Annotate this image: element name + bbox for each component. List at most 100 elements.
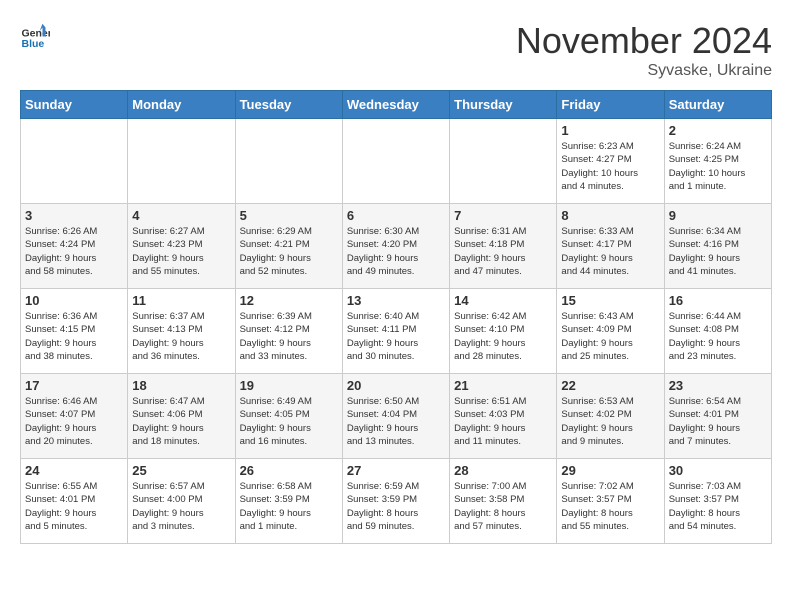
day-cell: 21 Sunrise: 6:51 AM Sunset: 4:03 PM Dayli… [450,374,557,459]
week-row-0: 1 Sunrise: 6:23 AM Sunset: 4:27 PM Daylig… [21,119,772,204]
day-number: 11 [132,293,230,308]
week-row-1: 3 Sunrise: 6:26 AM Sunset: 4:24 PM Daylig… [21,204,772,289]
day-cell: 6 Sunrise: 6:30 AM Sunset: 4:20 PM Daylig… [342,204,449,289]
weekday-header-sunday: Sunday [21,91,128,119]
day-cell: 5 Sunrise: 6:29 AM Sunset: 4:21 PM Daylig… [235,204,342,289]
day-info: Sunrise: 6:40 AM Sunset: 4:11 PM Dayligh… [347,310,445,363]
day-number: 10 [25,293,123,308]
day-info: Sunrise: 6:47 AM Sunset: 4:06 PM Dayligh… [132,395,230,448]
logo-icon: General Blue [20,20,50,50]
subtitle: Syvaske, Ukraine [516,62,772,80]
day-number: 5 [240,208,338,223]
day-info: Sunrise: 6:27 AM Sunset: 4:23 PM Dayligh… [132,225,230,278]
day-info: Sunrise: 6:33 AM Sunset: 4:17 PM Dayligh… [561,225,659,278]
month-title: November 2024 [516,20,772,62]
svg-text:Blue: Blue [22,38,45,50]
day-number: 18 [132,378,230,393]
day-cell: 3 Sunrise: 6:26 AM Sunset: 4:24 PM Daylig… [21,204,128,289]
title-area: November 2024 Syvaske, Ukraine [516,20,772,80]
week-row-3: 17Sunrise: 6:46 AM Sunset: 4:07 PM Dayli… [21,374,772,459]
day-info: Sunrise: 6:51 AM Sunset: 4:03 PM Dayligh… [454,395,552,448]
day-number: 28 [454,463,552,478]
day-number: 14 [454,293,552,308]
day-number: 21 [454,378,552,393]
day-number: 22 [561,378,659,393]
day-cell: 17Sunrise: 6:46 AM Sunset: 4:07 PM Dayli… [21,374,128,459]
day-number: 23 [669,378,767,393]
day-info: Sunrise: 6:43 AM Sunset: 4:09 PM Dayligh… [561,310,659,363]
day-info: Sunrise: 6:30 AM Sunset: 4:20 PM Dayligh… [347,225,445,278]
day-number: 9 [669,208,767,223]
day-cell [342,119,449,204]
day-info: Sunrise: 6:39 AM Sunset: 4:12 PM Dayligh… [240,310,338,363]
day-cell: 4Sunrise: 6:27 AM Sunset: 4:23 PM Daylig… [128,204,235,289]
day-info: Sunrise: 6:59 AM Sunset: 3:59 PM Dayligh… [347,480,445,533]
day-info: Sunrise: 6:29 AM Sunset: 4:21 PM Dayligh… [240,225,338,278]
day-cell [450,119,557,204]
weekday-header-row: SundayMondayTuesdayWednesdayThursdayFrid… [21,91,772,119]
day-cell: 1 Sunrise: 6:23 AM Sunset: 4:27 PM Daylig… [557,119,664,204]
week-row-4: 24Sunrise: 6:55 AM Sunset: 4:01 PM Dayli… [21,459,772,544]
day-info: Sunrise: 6:26 AM Sunset: 4:24 PM Dayligh… [25,225,123,278]
day-cell: 8 Sunrise: 6:33 AM Sunset: 4:17 PM Daylig… [557,204,664,289]
day-info: Sunrise: 6:53 AM Sunset: 4:02 PM Dayligh… [561,395,659,448]
day-cell: 2Sunrise: 6:24 AM Sunset: 4:25 PM Daylig… [664,119,771,204]
day-info: Sunrise: 6:58 AM Sunset: 3:59 PM Dayligh… [240,480,338,533]
day-info: Sunrise: 6:50 AM Sunset: 4:04 PM Dayligh… [347,395,445,448]
day-number: 25 [132,463,230,478]
day-info: Sunrise: 6:31 AM Sunset: 4:18 PM Dayligh… [454,225,552,278]
day-info: Sunrise: 7:02 AM Sunset: 3:57 PM Dayligh… [561,480,659,533]
day-number: 19 [240,378,338,393]
header: General Blue November 2024 Syvaske, Ukra… [20,20,772,80]
day-cell: 18 Sunrise: 6:47 AM Sunset: 4:06 PM Dayli… [128,374,235,459]
weekday-header-tuesday: Tuesday [235,91,342,119]
week-row-2: 10 Sunrise: 6:36 AM Sunset: 4:15 PM Dayli… [21,289,772,374]
weekday-header-friday: Friday [557,91,664,119]
day-info: Sunrise: 7:00 AM Sunset: 3:58 PM Dayligh… [454,480,552,533]
day-number: 30 [669,463,767,478]
day-info: Sunrise: 6:57 AM Sunset: 4:00 PM Dayligh… [132,480,230,533]
day-cell: 29 Sunrise: 7:02 AM Sunset: 3:57 PM Dayli… [557,459,664,544]
day-cell: 30 Sunrise: 7:03 AM Sunset: 3:57 PM Dayli… [664,459,771,544]
day-info: Sunrise: 6:44 AM Sunset: 4:08 PM Dayligh… [669,310,767,363]
day-cell: 22 Sunrise: 6:53 AM Sunset: 4:02 PM Dayli… [557,374,664,459]
day-cell: 12 Sunrise: 6:39 AM Sunset: 4:12 PM Dayli… [235,289,342,374]
day-cell [21,119,128,204]
day-number: 6 [347,208,445,223]
day-cell: 26 Sunrise: 6:58 AM Sunset: 3:59 PM Dayli… [235,459,342,544]
day-number: 2 [669,123,767,138]
day-number: 8 [561,208,659,223]
day-info: Sunrise: 6:34 AM Sunset: 4:16 PM Dayligh… [669,225,767,278]
day-number: 13 [347,293,445,308]
day-number: 3 [25,208,123,223]
day-cell: 9 Sunrise: 6:34 AM Sunset: 4:16 PM Daylig… [664,204,771,289]
day-cell: 27 Sunrise: 6:59 AM Sunset: 3:59 PM Dayli… [342,459,449,544]
calendar-table: SundayMondayTuesdayWednesdayThursdayFrid… [20,90,772,544]
day-cell: 19 Sunrise: 6:49 AM Sunset: 4:05 PM Dayli… [235,374,342,459]
day-number: 7 [454,208,552,223]
day-info: Sunrise: 6:49 AM Sunset: 4:05 PM Dayligh… [240,395,338,448]
weekday-header-thursday: Thursday [450,91,557,119]
day-number: 24 [25,463,123,478]
logo: General Blue [20,20,50,50]
day-cell: 10 Sunrise: 6:36 AM Sunset: 4:15 PM Dayli… [21,289,128,374]
day-number: 12 [240,293,338,308]
weekday-header-wednesday: Wednesday [342,91,449,119]
day-number: 1 [561,123,659,138]
day-cell [235,119,342,204]
day-info: Sunrise: 6:37 AM Sunset: 4:13 PM Dayligh… [132,310,230,363]
day-cell: 14Sunrise: 6:42 AM Sunset: 4:10 PM Dayli… [450,289,557,374]
day-number: 29 [561,463,659,478]
day-cell: 20Sunrise: 6:50 AM Sunset: 4:04 PM Dayli… [342,374,449,459]
day-number: 27 [347,463,445,478]
day-number: 26 [240,463,338,478]
weekday-header-monday: Monday [128,91,235,119]
day-cell: 15Sunrise: 6:43 AM Sunset: 4:09 PM Dayli… [557,289,664,374]
day-info: Sunrise: 6:23 AM Sunset: 4:27 PM Dayligh… [561,140,659,193]
day-cell: 11 Sunrise: 6:37 AM Sunset: 4:13 PM Dayli… [128,289,235,374]
weekday-header-saturday: Saturday [664,91,771,119]
day-info: Sunrise: 6:46 AM Sunset: 4:07 PM Dayligh… [25,395,123,448]
day-info: Sunrise: 7:03 AM Sunset: 3:57 PM Dayligh… [669,480,767,533]
day-info: Sunrise: 6:36 AM Sunset: 4:15 PM Dayligh… [25,310,123,363]
day-cell [128,119,235,204]
